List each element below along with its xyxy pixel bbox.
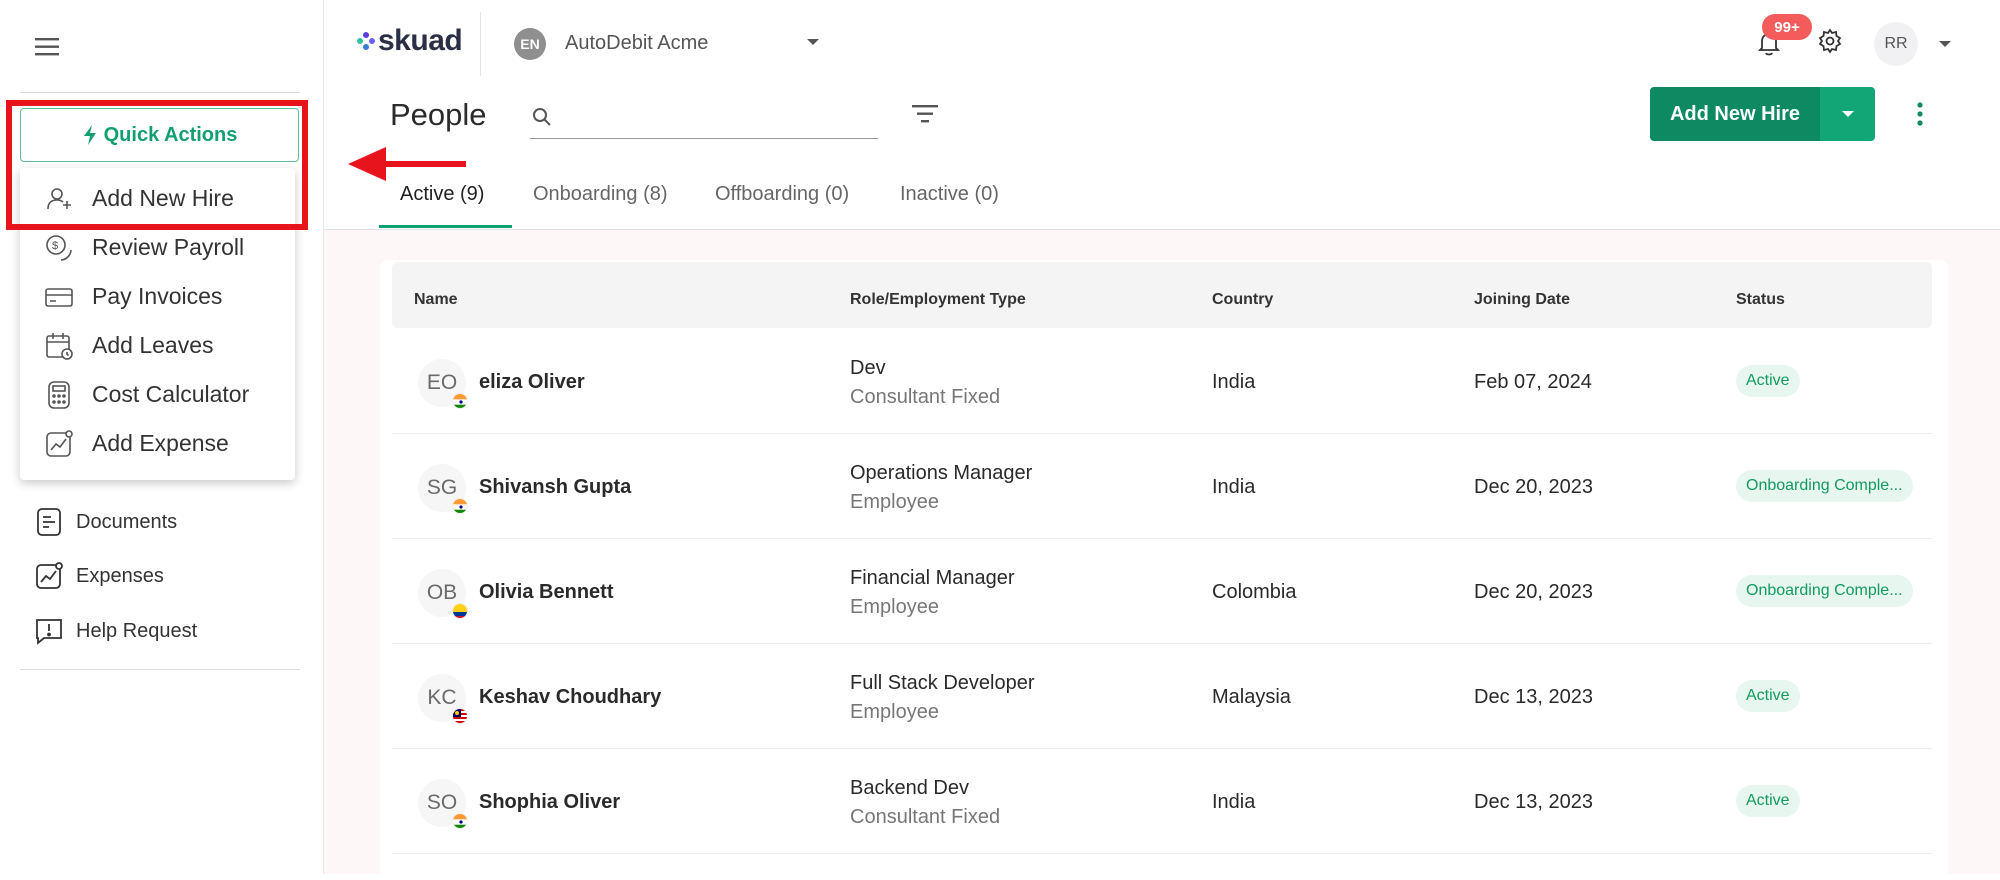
quick-actions-button[interactable]: Quick Actions <box>20 108 299 162</box>
employment-type: Consultant Fixed <box>850 806 1001 828</box>
table-row[interactable]: KC Keshav Choudhary Full Stack Developer… <box>392 644 1932 749</box>
header-divider <box>480 12 481 76</box>
employee-name[interactable]: Olivia Bennett <box>479 581 613 604</box>
india-flag-icon <box>452 498 468 514</box>
chevron-down-icon[interactable] <box>1938 39 1952 49</box>
employee-role: Full Stack Developer <box>850 672 1035 694</box>
employment-type: Employee <box>850 701 939 723</box>
status-badge: Active <box>1736 680 1800 712</box>
chart-icon <box>44 429 74 459</box>
employee-name[interactable]: eliza Oliver <box>479 371 585 394</box>
svg-text:$: $ <box>52 240 58 252</box>
employee-role: Operations Manager <box>850 462 1033 484</box>
joining-date: Dec 13, 2023 <box>1474 791 1593 813</box>
lightning-icon <box>82 124 98 146</box>
qa-item-add-expense[interactable]: Add Expense <box>20 419 295 465</box>
joining-date: Dec 20, 2023 <box>1474 581 1593 603</box>
filter-icon[interactable] <box>910 102 940 126</box>
status-badge: Onboarding Comple... <box>1736 575 1913 607</box>
sidebar-item-expenses[interactable]: Expenses <box>34 559 294 593</box>
employee-role: Financial Manager <box>850 567 1015 589</box>
employee-country: India <box>1212 791 1256 813</box>
table-row[interactable]: OB Olivia Bennett Financial Manager Empl… <box>392 539 1932 644</box>
sidebar-divider <box>20 92 300 93</box>
column-header-name[interactable]: Name <box>414 291 458 309</box>
chevron-down-icon <box>1841 109 1855 119</box>
qa-item-add-new-hire[interactable]: Add New Hire <box>20 174 295 220</box>
column-header-joining-date[interactable]: Joining Date <box>1474 291 1570 309</box>
joining-date: Dec 20, 2023 <box>1474 476 1593 498</box>
employee-country: Colombia <box>1212 581 1297 603</box>
table-row[interactable]: SG Shivansh Gupta Operations Manager Emp… <box>392 434 1932 539</box>
notification-badge: 99+ <box>1762 14 1812 40</box>
add-new-hire-dropdown-button[interactable] <box>1820 87 1875 141</box>
search-input[interactable] <box>564 101 874 133</box>
card-icon <box>44 282 74 312</box>
qa-item-cost-calculator[interactable]: Cost Calculator <box>20 370 295 416</box>
employment-type: Employee <box>850 491 939 513</box>
qa-item-add-leaves[interactable]: Add Leaves <box>20 321 295 367</box>
employee-role: Dev <box>850 357 886 379</box>
user-avatar[interactable]: RR <box>1874 22 1918 66</box>
india-flag-icon <box>452 393 468 409</box>
qa-item-pay-invoices[interactable]: Pay Invoices <box>20 272 295 318</box>
status-badge: Active <box>1736 785 1800 817</box>
document-icon <box>34 507 64 537</box>
employment-type: Consultant Fixed <box>850 386 1001 408</box>
malaysia-flag-icon <box>452 708 468 724</box>
tab-offboarding[interactable]: Offboarding (0) <box>715 183 849 229</box>
sidebar-divider <box>20 669 300 670</box>
gear-icon[interactable] <box>1817 28 1843 54</box>
column-header-status[interactable]: Status <box>1736 291 1785 309</box>
employee-country: India <box>1212 476 1256 498</box>
hamburger-menu-icon[interactable] <box>34 36 62 58</box>
employment-type: Employee <box>850 596 939 618</box>
employee-country: India <box>1212 371 1256 393</box>
coins-icon: $ <box>44 233 74 263</box>
expense-chart-icon <box>34 561 64 591</box>
tab-inactive[interactable]: Inactive (0) <box>900 183 999 229</box>
tab-active[interactable]: Active (9) <box>400 183 484 229</box>
colombia-flag-icon <box>452 603 468 619</box>
status-badge: Onboarding Comple... <box>1736 470 1913 502</box>
column-header-role[interactable]: Role/Employment Type <box>850 291 1026 309</box>
page-title: People <box>390 97 487 132</box>
quick-actions-menu: Add New Hire $ Review Payroll Pay Invoic… <box>20 168 295 480</box>
table-header <box>392 262 1932 328</box>
logo-text: skuad <box>378 24 463 57</box>
calculator-icon <box>44 380 74 410</box>
table-row[interactable]: EO eliza Oliver Dev Consultant Fixed Ind… <box>392 329 1932 434</box>
calendar-icon <box>44 331 74 361</box>
india-flag-icon <box>452 813 468 829</box>
search-bar <box>530 95 878 139</box>
search-icon <box>530 105 554 129</box>
add-new-hire-button[interactable]: Add New Hire <box>1650 87 1820 141</box>
active-tab-indicator <box>379 225 512 228</box>
employee-role: Backend Dev <box>850 777 969 799</box>
employee-name[interactable]: Keshav Choudhary <box>479 686 661 709</box>
add-user-icon <box>44 184 74 214</box>
company-name[interactable]: AutoDebit Acme <box>565 32 708 55</box>
column-header-country[interactable]: Country <box>1212 291 1273 309</box>
more-options-icon[interactable] <box>1910 100 1930 128</box>
skuad-logo[interactable]: skuad <box>356 24 463 57</box>
sidebar-item-documents[interactable]: Documents <box>34 505 294 539</box>
qa-item-review-payroll[interactable]: $ Review Payroll <box>20 223 295 269</box>
logo-mark-icon <box>356 31 376 51</box>
chevron-down-icon[interactable] <box>806 37 820 47</box>
sidebar: Quick Actions Add New Hire $ Review Payr… <box>0 0 324 874</box>
joining-date: Dec 13, 2023 <box>1474 686 1593 708</box>
company-avatar[interactable]: EN <box>514 28 546 60</box>
quick-actions-label: Quick Actions <box>103 123 238 146</box>
employee-country: Malaysia <box>1212 686 1291 708</box>
status-badge: Active <box>1736 365 1800 397</box>
table-row[interactable]: SO Shophia Oliver Backend Dev Consultant… <box>392 749 1932 854</box>
joining-date: Feb 07, 2024 <box>1474 371 1592 393</box>
tab-onboarding[interactable]: Onboarding (8) <box>533 183 668 229</box>
sidebar-item-help-request[interactable]: Help Request <box>34 614 294 648</box>
help-icon <box>34 616 64 646</box>
employee-name[interactable]: Shophia Oliver <box>479 791 620 814</box>
red-arrow-annotation <box>348 144 468 184</box>
employee-name[interactable]: Shivansh Gupta <box>479 476 631 499</box>
